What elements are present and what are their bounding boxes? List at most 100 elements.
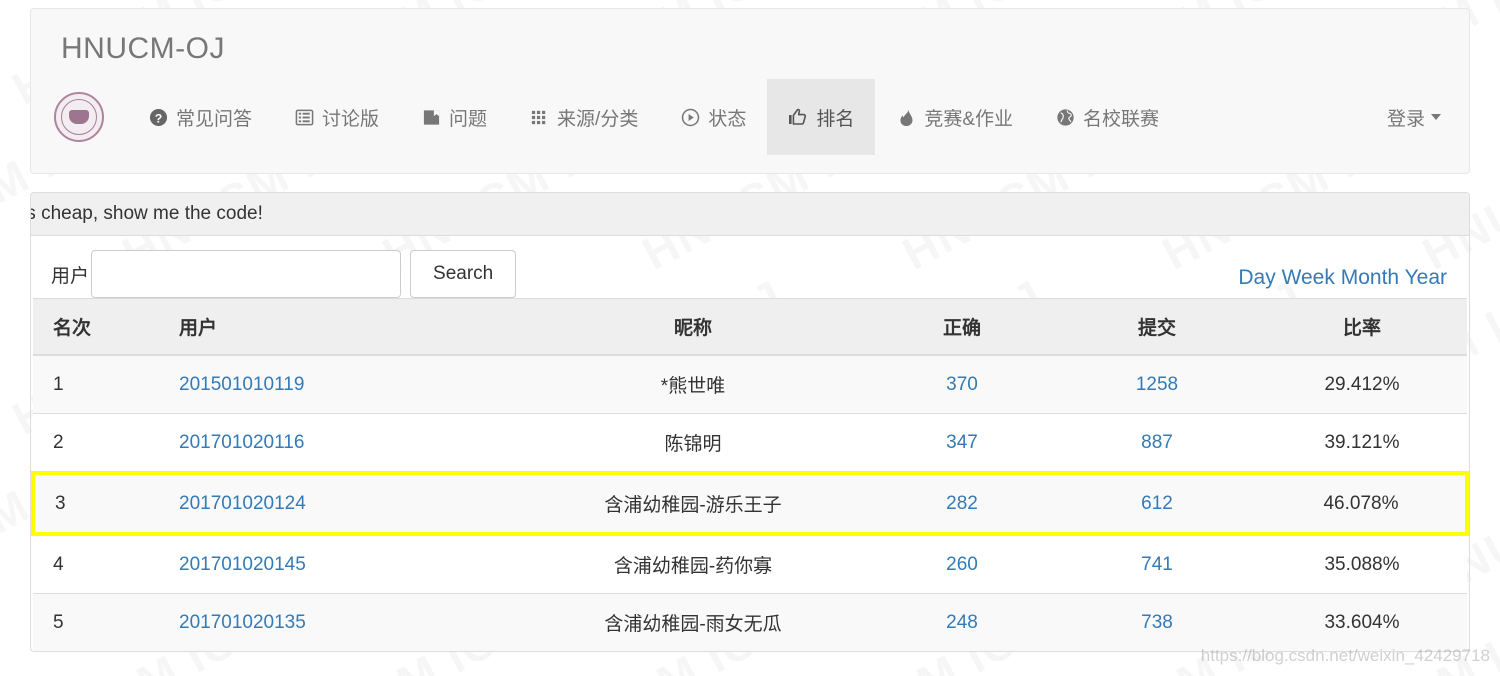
- cell-rank: 3: [31, 471, 159, 536]
- hnucm-seal-icon: [54, 92, 104, 142]
- cell-accepted-link[interactable]: 248: [946, 612, 978, 633]
- table-header-row: 名次 用户 昵称 正确 提交 比率: [33, 298, 1467, 356]
- book-icon: [421, 107, 441, 127]
- seal-core-mark: [69, 110, 89, 124]
- site-logo[interactable]: [31, 79, 127, 155]
- cell-submit-link[interactable]: 741: [1141, 554, 1173, 575]
- range-link-week[interactable]: Week: [1282, 266, 1335, 289]
- cell-submit: 612: [1057, 471, 1257, 536]
- panel-heading-text: Talk is cheap, show me the code!: [31, 203, 263, 224]
- seal-inner-ring: [61, 99, 97, 135]
- chevron-down-icon: [1431, 114, 1441, 120]
- range-link-day[interactable]: Day: [1238, 266, 1275, 289]
- cell-ratio: 29.412%: [1257, 354, 1467, 414]
- search-label: 用户: [51, 265, 90, 287]
- cell-submit: 741: [1057, 533, 1257, 594]
- cell-user: 201701020135: [159, 593, 519, 651]
- watermark-text: HNUCM IOJ: [0, 0, 13, 116]
- cell-user-link[interactable]: 201701020145: [179, 554, 306, 575]
- thumbs-up-icon: [788, 107, 808, 127]
- cell-submit: 738: [1057, 593, 1257, 651]
- cell-user-link[interactable]: 201501010119: [179, 374, 304, 395]
- cell-accepted: 347: [867, 413, 1057, 473]
- cell-ratio: 33.604%: [1257, 593, 1467, 651]
- cell-rank: 4: [33, 533, 159, 594]
- ranking-table-body: 1 201501010119 *熊世唯 370 1258 29.412% 2 20170102…: [31, 354, 1469, 651]
- cell-submit-link[interactable]: 738: [1141, 612, 1173, 633]
- range-link-year[interactable]: Year: [1405, 266, 1447, 289]
- column-header-user[interactable]: 用户: [159, 298, 519, 356]
- cell-nickname: 含浦幼稚园-游乐王子: [519, 471, 867, 536]
- login-label: 登录: [1386, 108, 1425, 130]
- column-header-ratio[interactable]: 比率: [1257, 298, 1467, 356]
- cell-accepted: 370: [867, 354, 1057, 414]
- nav-item-label: 问题: [449, 108, 488, 130]
- column-header-submit[interactable]: 提交: [1057, 298, 1257, 356]
- cell-nickname: 陈锦明: [519, 413, 867, 473]
- site-brand-title: HNUCM-OJ: [61, 32, 225, 65]
- ranking-panel: Talk is cheap, show me the code! 用户 Sear…: [30, 192, 1470, 652]
- watermark-text: HNUCM IOJ: [0, 598, 13, 676]
- column-header-accepted[interactable]: 正确: [867, 298, 1057, 356]
- nav-item-league[interactable]: 名校联赛: [1034, 79, 1180, 155]
- cell-accepted-link[interactable]: 347: [946, 432, 978, 453]
- nav-item-label: 讨论版: [322, 108, 380, 130]
- search-button[interactable]: Search: [410, 250, 517, 298]
- cell-user-link[interactable]: 201701020124: [179, 493, 306, 514]
- page-container: HNUCM-OJ ? 常见问答 讨论版 问题 来源/分类 状态 排名 竞赛&作业…: [30, 0, 1470, 652]
- cell-ratio: 46.078%: [1257, 471, 1469, 536]
- cell-nickname: 含浦幼稚园-药你寡: [519, 533, 867, 594]
- nav-item-problems[interactable]: 问题: [400, 79, 508, 155]
- th-grid-icon: [529, 107, 549, 127]
- cell-rank: 5: [33, 593, 159, 651]
- cell-rank: 2: [33, 413, 159, 473]
- login-menu[interactable]: 登录: [1366, 79, 1469, 155]
- cell-user: 201501010119: [159, 354, 519, 414]
- cell-user-link[interactable]: 201701020135: [179, 612, 306, 633]
- list-alt-icon: [294, 107, 314, 127]
- cell-user-link[interactable]: 201701020116: [179, 432, 304, 453]
- cell-user: 201701020116: [159, 413, 519, 473]
- nav-item-contest-homework[interactable]: 竞赛&作业: [875, 79, 1034, 155]
- cell-submit-link[interactable]: 887: [1141, 432, 1173, 453]
- nav-item-ranking[interactable]: 排名: [767, 79, 876, 155]
- nav-item-faq[interactable]: ? 常见问答: [127, 79, 273, 155]
- nav-item-status[interactable]: 状态: [659, 79, 767, 155]
- nav-item-label: 常见问答: [176, 108, 253, 130]
- ranking-table: 名次 用户 昵称 正确 提交 比率 1 201501010119 *熊世唯 370 12…: [31, 298, 1469, 651]
- cell-accepted-link[interactable]: 260: [946, 554, 978, 575]
- cell-submit-link[interactable]: 612: [1141, 493, 1173, 514]
- cell-user: 201701020145: [159, 533, 519, 594]
- column-header-nickname[interactable]: 昵称: [519, 298, 867, 356]
- panel-body: 用户 Search Day Week Month Year: [31, 236, 1469, 298]
- nav-item-label: 竞赛&作业: [924, 108, 1014, 130]
- nav-item-source-category[interactable]: 来源/分类: [508, 79, 659, 155]
- cell-nickname: 含浦幼稚园-雨女无瓜: [519, 593, 867, 651]
- nav-item-label: 排名: [816, 108, 855, 130]
- play-circle-icon: [680, 107, 700, 127]
- ranking-table-head: 名次 用户 昵称 正确 提交 比率: [33, 298, 1467, 356]
- table-row: 2 201701020116 陈锦明 347 887 39.121%: [33, 413, 1467, 473]
- cell-accepted-link[interactable]: 282: [946, 493, 978, 514]
- nav-item-label: 名校联赛: [1083, 108, 1160, 130]
- search-input[interactable]: [91, 250, 402, 298]
- cell-accepted: 248: [867, 593, 1057, 651]
- cell-accepted-link[interactable]: 370: [946, 374, 978, 395]
- range-links: Day Week Month Year: [1238, 266, 1447, 290]
- question-circle-icon: ?: [148, 107, 168, 127]
- nav-item-label: 来源/分类: [557, 108, 639, 130]
- watermark-text: HNUCM IOJ: [0, 268, 13, 445]
- range-link-month[interactable]: Month: [1341, 266, 1399, 289]
- cell-submit-link[interactable]: 1258: [1136, 374, 1178, 395]
- cell-submit: 887: [1057, 413, 1257, 473]
- table-row: 1 201501010119 *熊世唯 370 1258 29.412%: [33, 354, 1467, 414]
- cell-submit: 1258: [1057, 354, 1257, 414]
- table-row: 5 201701020135 含浦幼稚园-雨女无瓜 248 738 33.604%: [33, 593, 1467, 651]
- fire-icon: [896, 107, 916, 127]
- cell-ratio: 35.088%: [1257, 533, 1467, 594]
- column-header-rank[interactable]: 名次: [33, 298, 159, 356]
- cell-accepted: 260: [867, 533, 1057, 594]
- table-row: 3 201701020124 含浦幼稚园-游乐王子 282 612 46.078%: [31, 471, 1469, 536]
- nav-item-discuss[interactable]: 讨论版: [273, 79, 400, 155]
